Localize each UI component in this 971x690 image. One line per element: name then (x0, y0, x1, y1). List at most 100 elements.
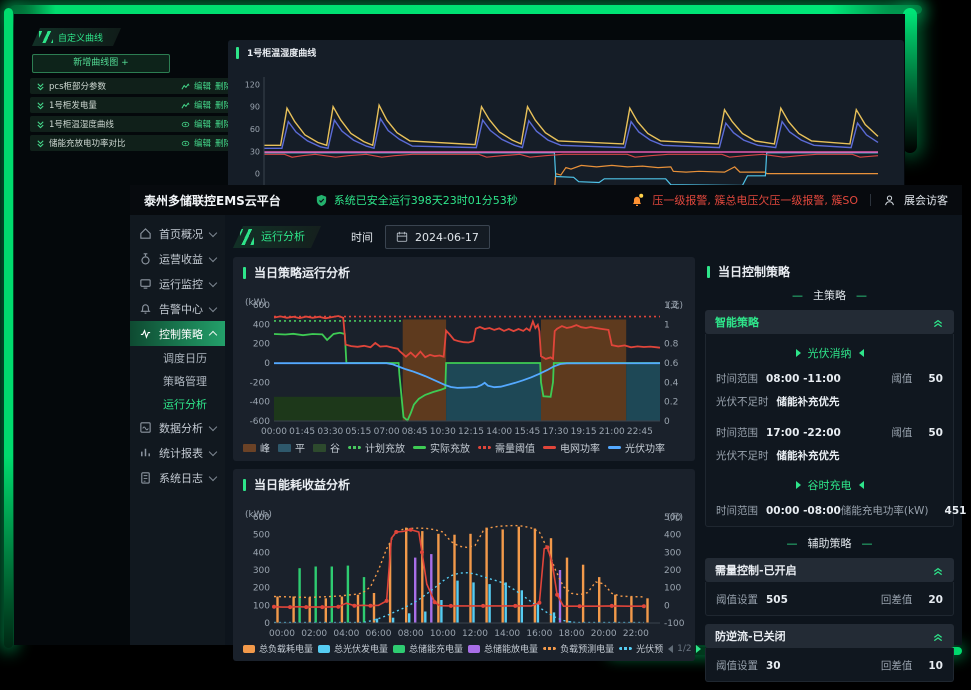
eye-icon (181, 120, 190, 129)
svg-text:01:45: 01:45 (289, 427, 315, 437)
field-value: 10 (928, 660, 943, 672)
legend-item[interactable]: 总负载耗电量 (243, 642, 313, 655)
svg-text:-100: -100 (664, 619, 685, 629)
pager-next-icon[interactable] (696, 645, 701, 653)
field-value: 30 (766, 660, 781, 672)
legend-item[interactable]: 平 (278, 440, 305, 455)
chevron-down-icon (209, 447, 217, 455)
tab-run-analysis[interactable]: 运行分析 (233, 226, 321, 248)
legend-item[interactable]: 总储能充电量 (393, 642, 463, 655)
svg-text:100: 100 (664, 584, 681, 594)
collapse-icon[interactable] (932, 631, 944, 642)
legend-label: 总储能充电量 (409, 642, 463, 655)
user-icon (883, 194, 896, 207)
sidebar-item-alarms[interactable]: 告警中心 (130, 296, 225, 321)
neon-frame-left (4, 8, 13, 648)
sidebar-item-data-analysis[interactable]: 数据分析 (130, 415, 225, 440)
svg-text:14:00: 14:00 (486, 427, 512, 437)
svg-text:07:00: 07:00 (374, 427, 400, 437)
field-label: 时间范围 (716, 503, 758, 518)
card-header[interactable]: 智能策略 (705, 310, 954, 334)
sidebar-item-system-log[interactable]: 系统日志 (130, 465, 225, 490)
pv-consumption-section: 光伏消纳 (706, 345, 953, 361)
sidebar-item-revenue[interactable]: 运营收益 (130, 246, 225, 271)
legend-label: 总负载耗电量 (259, 642, 313, 655)
custom-curve-tab-label: 自定义曲线 (58, 31, 103, 44)
field-label: 阈值设置 (716, 658, 758, 673)
sidebar-subitem-strategy-management[interactable]: 策略管理 (130, 369, 225, 392)
aux-strategy-divider: — 辅助策略 — (705, 535, 954, 551)
legend-item[interactable]: 负载预测电量 (543, 642, 614, 655)
sidebar-item-monitoring[interactable]: 运行监控 (130, 271, 225, 296)
svg-text:08:45: 08:45 (402, 427, 428, 437)
money-bag-icon (139, 252, 152, 265)
svg-text:15:45: 15:45 (514, 427, 540, 437)
legend-item[interactable]: 谷 (313, 440, 340, 455)
svg-text:00:00: 00:00 (269, 629, 295, 639)
list-item[interactable]: 储能充放电功率对比 编辑 删除 (30, 135, 238, 151)
collapse-icon[interactable] (932, 565, 944, 576)
card-header[interactable]: 防逆流-已关闭 (705, 624, 954, 648)
list-item[interactable]: 1号柜发电量 编辑 删除 (30, 97, 238, 113)
sidebar-subitem-dispatch-calendar[interactable]: 调度日历 (130, 346, 225, 369)
legend-label: 光伏预 (636, 642, 663, 655)
edit-button[interactable]: 编辑 (194, 118, 211, 130)
divider-label: 主策略 (813, 287, 846, 303)
sidebar-subitem-run-analysis[interactable]: 运行分析 (130, 392, 225, 415)
legend-swatch (313, 444, 326, 452)
legend-swatch (543, 446, 556, 449)
pulse-icon (139, 327, 152, 340)
chevron-double-down-icon (36, 101, 45, 110)
date-picker[interactable]: 2024-06-17 (385, 225, 490, 249)
neon-frame-right (903, 8, 917, 153)
chevron-down-icon (209, 422, 217, 430)
user-name[interactable]: 展会访客 (904, 192, 948, 208)
field-value: 储能补充优先 (777, 394, 840, 409)
svg-text:20:00: 20:00 (591, 629, 617, 639)
custom-curve-tab[interactable]: 自定义曲线 (32, 28, 121, 46)
list-item[interactable]: pcs柜部分参数 编辑 删除 (30, 78, 238, 94)
chevron-down-icon (209, 303, 217, 311)
demand-control-card: 需量控制-已开启 阈值设置 505 回差值 20 (705, 558, 954, 616)
panel-title: 当日策略运行分析 (233, 257, 695, 288)
curve-label: 1号柜温湿度曲线 (49, 118, 114, 130)
edit-button[interactable]: 编辑 (194, 80, 211, 92)
svg-text:04:00: 04:00 (333, 629, 359, 639)
legend-item[interactable]: 计划充放 (348, 440, 405, 455)
alarm-bell-icon[interactable] (630, 193, 644, 207)
field-label: 时间范围 (716, 425, 758, 440)
sidebar-item-reports[interactable]: 统计报表 (130, 440, 225, 465)
alarm-marquee[interactable]: 压一级报警, 簇总电压欠压一级报警, 簇SO (652, 192, 858, 208)
list-item[interactable]: 1号柜温湿度曲线 编辑 删除 (30, 116, 238, 132)
home-icon (139, 227, 152, 240)
pager-prev-icon[interactable] (668, 645, 673, 653)
tab-stripes-icon (240, 229, 254, 245)
svg-text:00:00: 00:00 (261, 427, 287, 437)
card-header[interactable]: 需量控制-已开启 (705, 558, 954, 582)
legend-item[interactable]: 总储能放电量 (468, 642, 538, 655)
svg-text:0: 0 (664, 601, 670, 611)
legend-item[interactable]: 光伏预 (619, 642, 663, 655)
card-title: 智能策略 (715, 314, 759, 330)
anti-backflow-card: 防逆流-已关闭 阈值设置 30 回差值 10 (705, 624, 954, 682)
sidebar-item-home[interactable]: 首页概况 (130, 221, 225, 246)
legend-item[interactable]: 需量阈值 (478, 440, 535, 455)
app-title: 泰州多储联控EMS云平台 (144, 192, 281, 209)
field-value: 08:00 -11:00 (766, 373, 841, 385)
add-curve-button[interactable]: 新增曲线图 + (32, 54, 170, 73)
legend-item[interactable]: 光伏功率 (608, 440, 665, 455)
collapse-icon[interactable] (932, 317, 944, 328)
control-strategy-panel: 当日控制策略 — 主策略 — 智能策略 (705, 257, 954, 690)
edit-button[interactable]: 编辑 (194, 99, 211, 111)
legend-item[interactable]: 总光伏发电量 (318, 642, 388, 655)
svg-text:17:30: 17:30 (543, 427, 569, 437)
svg-text:400: 400 (253, 320, 270, 330)
edit-button[interactable]: 编辑 (194, 137, 211, 149)
legend-item[interactable]: 电网功率 (543, 440, 600, 455)
legend-item[interactable]: 峰 (243, 440, 270, 455)
legend-item[interactable]: 实际充放 (413, 440, 470, 455)
energy-chart: 60050040030020010005004003002001000-1000… (240, 511, 688, 639)
card-title: 防逆流-已关闭 (715, 628, 786, 644)
triangle-right-icon (796, 481, 801, 489)
sidebar-item-control-strategy[interactable]: 控制策略 (130, 321, 225, 346)
